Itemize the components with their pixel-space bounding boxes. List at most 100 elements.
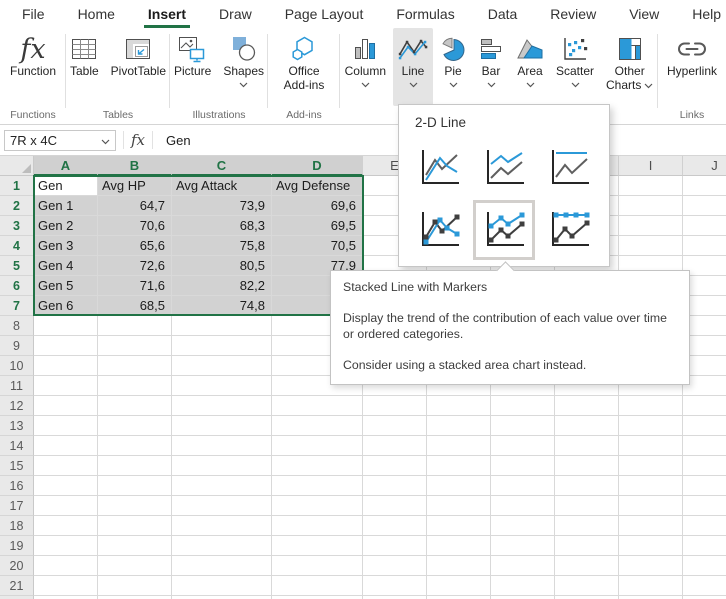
cell-B15[interactable] bbox=[98, 456, 172, 476]
cell-G13[interactable] bbox=[491, 416, 555, 436]
cell-J12[interactable] bbox=[683, 396, 726, 416]
cell-I21[interactable] bbox=[619, 576, 683, 596]
chevron-down-icon[interactable] bbox=[449, 82, 458, 88]
cell-B16[interactable] bbox=[98, 476, 172, 496]
row-header-12[interactable]: 12 bbox=[0, 396, 34, 416]
cell-D1[interactable]: Avg Defense bbox=[272, 176, 363, 196]
cell-H14[interactable] bbox=[555, 436, 619, 456]
row-header-16[interactable]: 16 bbox=[0, 476, 34, 496]
cell-B21[interactable] bbox=[98, 576, 172, 596]
line-button[interactable]: Line bbox=[393, 28, 433, 106]
cell-F19[interactable] bbox=[427, 536, 491, 556]
cell-C20[interactable] bbox=[172, 556, 272, 576]
cell-H21[interactable] bbox=[555, 576, 619, 596]
cell-I15[interactable] bbox=[619, 456, 683, 476]
chart-type-stacked-line[interactable] bbox=[473, 138, 535, 198]
cell-C8[interactable] bbox=[172, 316, 272, 336]
cell-H20[interactable] bbox=[555, 556, 619, 576]
cell-C19[interactable] bbox=[172, 536, 272, 556]
cell-F18[interactable] bbox=[427, 516, 491, 536]
row-header-3[interactable]: 3 bbox=[0, 216, 34, 236]
cell-B14[interactable] bbox=[98, 436, 172, 456]
name-box[interactable]: 7R x 4C bbox=[4, 130, 116, 151]
cell-A11[interactable] bbox=[34, 376, 98, 396]
cell-A20[interactable] bbox=[34, 556, 98, 576]
row-header-6[interactable]: 6 bbox=[0, 276, 34, 296]
cell-C14[interactable] bbox=[172, 436, 272, 456]
chevron-down-icon[interactable] bbox=[101, 139, 110, 145]
cell-C12[interactable] bbox=[172, 396, 272, 416]
row-header-20[interactable]: 20 bbox=[0, 556, 34, 576]
cell-F14[interactable] bbox=[427, 436, 491, 456]
tab-help[interactable]: Help bbox=[690, 2, 723, 26]
cell-J16[interactable] bbox=[683, 476, 726, 496]
cell-I19[interactable] bbox=[619, 536, 683, 556]
column-button[interactable]: Column bbox=[340, 28, 391, 106]
cell-J4[interactable] bbox=[683, 236, 726, 256]
cell-H16[interactable] bbox=[555, 476, 619, 496]
cell-D15[interactable] bbox=[272, 456, 363, 476]
row-header-19[interactable]: 19 bbox=[0, 536, 34, 556]
cell-B5[interactable]: 72,6 bbox=[98, 256, 172, 276]
cell-J17[interactable] bbox=[683, 496, 726, 516]
picture-button[interactable]: Picture bbox=[169, 28, 216, 106]
cell-A12[interactable] bbox=[34, 396, 98, 416]
cell-G15[interactable] bbox=[491, 456, 555, 476]
cell-G14[interactable] bbox=[491, 436, 555, 456]
row-header-2[interactable]: 2 bbox=[0, 196, 34, 216]
formula-input[interactable]: Gen bbox=[166, 133, 191, 148]
column-header-c[interactable]: C bbox=[172, 156, 272, 176]
row-header-13[interactable]: 13 bbox=[0, 416, 34, 436]
cell-D12[interactable] bbox=[272, 396, 363, 416]
function-button[interactable]: fxFunction bbox=[5, 28, 61, 106]
cell-J18[interactable] bbox=[683, 516, 726, 536]
cell-J15[interactable] bbox=[683, 456, 726, 476]
cell-D4[interactable]: 70,5 bbox=[272, 236, 363, 256]
scatter-button[interactable]: Scatter bbox=[551, 28, 599, 106]
select-all-corner[interactable] bbox=[0, 156, 34, 176]
chevron-down-icon[interactable] bbox=[409, 82, 418, 88]
cell-F12[interactable] bbox=[427, 396, 491, 416]
cell-A14[interactable] bbox=[34, 436, 98, 456]
chevron-down-icon[interactable] bbox=[571, 82, 580, 88]
cell-C4[interactable]: 75,8 bbox=[172, 236, 272, 256]
cell-I18[interactable] bbox=[619, 516, 683, 536]
row-header-5[interactable]: 5 bbox=[0, 256, 34, 276]
tab-file[interactable]: File bbox=[20, 2, 47, 26]
cell-I2[interactable] bbox=[619, 196, 683, 216]
cell-J14[interactable] bbox=[683, 436, 726, 456]
cell-A4[interactable]: Gen 3 bbox=[34, 236, 98, 256]
cell-C7[interactable]: 74,8 bbox=[172, 296, 272, 316]
cell-B12[interactable] bbox=[98, 396, 172, 416]
cell-J19[interactable] bbox=[683, 536, 726, 556]
row-header-9[interactable]: 9 bbox=[0, 336, 34, 356]
pie-button[interactable]: Pie bbox=[435, 28, 471, 106]
chart-type-stacked-line-markers[interactable] bbox=[473, 200, 535, 260]
cell-A1[interactable]: Gen bbox=[34, 176, 98, 196]
cell-D13[interactable] bbox=[272, 416, 363, 436]
row-header-4[interactable]: 4 bbox=[0, 236, 34, 256]
cell-A16[interactable] bbox=[34, 476, 98, 496]
row-header-1[interactable]: 1 bbox=[0, 176, 34, 196]
chart-type-line-plain[interactable] bbox=[408, 138, 470, 198]
cell-D2[interactable]: 69,6 bbox=[272, 196, 363, 216]
cell-B6[interactable]: 71,6 bbox=[98, 276, 172, 296]
chevron-down-icon[interactable] bbox=[487, 82, 496, 88]
bar-button[interactable]: Bar bbox=[473, 28, 509, 106]
cell-I4[interactable] bbox=[619, 236, 683, 256]
shapes-button[interactable]: Shapes bbox=[218, 28, 269, 106]
row-header-15[interactable]: 15 bbox=[0, 456, 34, 476]
cell-D21[interactable] bbox=[272, 576, 363, 596]
cell-A6[interactable]: Gen 5 bbox=[34, 276, 98, 296]
cell-B2[interactable]: 64,7 bbox=[98, 196, 172, 216]
othercharts-button[interactable]: OtherCharts bbox=[601, 28, 658, 106]
cell-I14[interactable] bbox=[619, 436, 683, 456]
cell-C3[interactable]: 68,3 bbox=[172, 216, 272, 236]
row-header-17[interactable]: 17 bbox=[0, 496, 34, 516]
cell-G18[interactable] bbox=[491, 516, 555, 536]
cell-E18[interactable] bbox=[363, 516, 427, 536]
cell-C18[interactable] bbox=[172, 516, 272, 536]
cell-C13[interactable] bbox=[172, 416, 272, 436]
cell-E14[interactable] bbox=[363, 436, 427, 456]
cell-C5[interactable]: 80,5 bbox=[172, 256, 272, 276]
